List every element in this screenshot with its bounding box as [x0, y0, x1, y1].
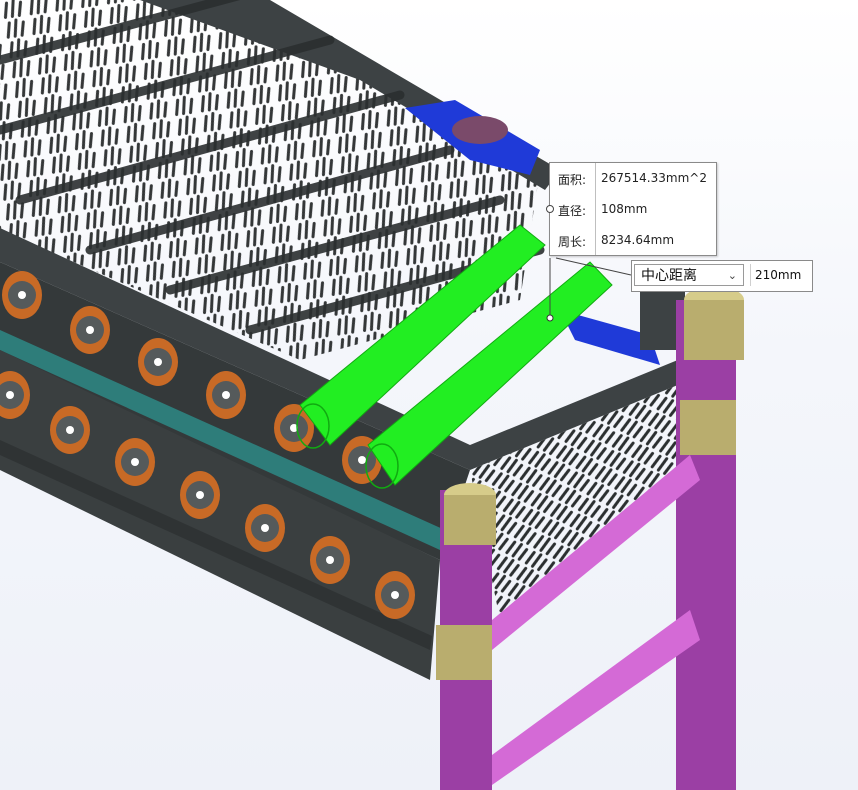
diameter-label: 直径: [558, 204, 587, 218]
distance-readout: 中心距离 ⌄ 210mm [631, 260, 813, 292]
perimeter-label: 周长: [558, 235, 587, 249]
distance-mode-dropdown[interactable]: 中心距离 ⌄ [634, 264, 744, 286]
perimeter-row: 周长: 8234.64mm [550, 225, 716, 255]
distance-value: 210mm [750, 264, 808, 286]
cad-3d-viewport[interactable]: 面积: 267514.33mm^2 直径: 108mm 周长: 8234.64m… [0, 0, 858, 790]
chevron-down-icon[interactable]: ⌄ [728, 265, 737, 287]
measure-info-box: 面积: 267514.33mm^2 直径: 108mm 周长: 8234.64m… [546, 162, 717, 256]
perimeter-value: 8234.64mm [601, 233, 675, 247]
area-label: 面积: [558, 173, 587, 187]
area-row: 面积: 267514.33mm^2 [550, 163, 716, 193]
diameter-row: 直径: 108mm [550, 194, 716, 224]
diameter-value: 108mm [601, 202, 648, 216]
area-value: 267514.33mm^2 [601, 171, 707, 185]
distance-mode-label: 中心距离 [641, 268, 697, 284]
